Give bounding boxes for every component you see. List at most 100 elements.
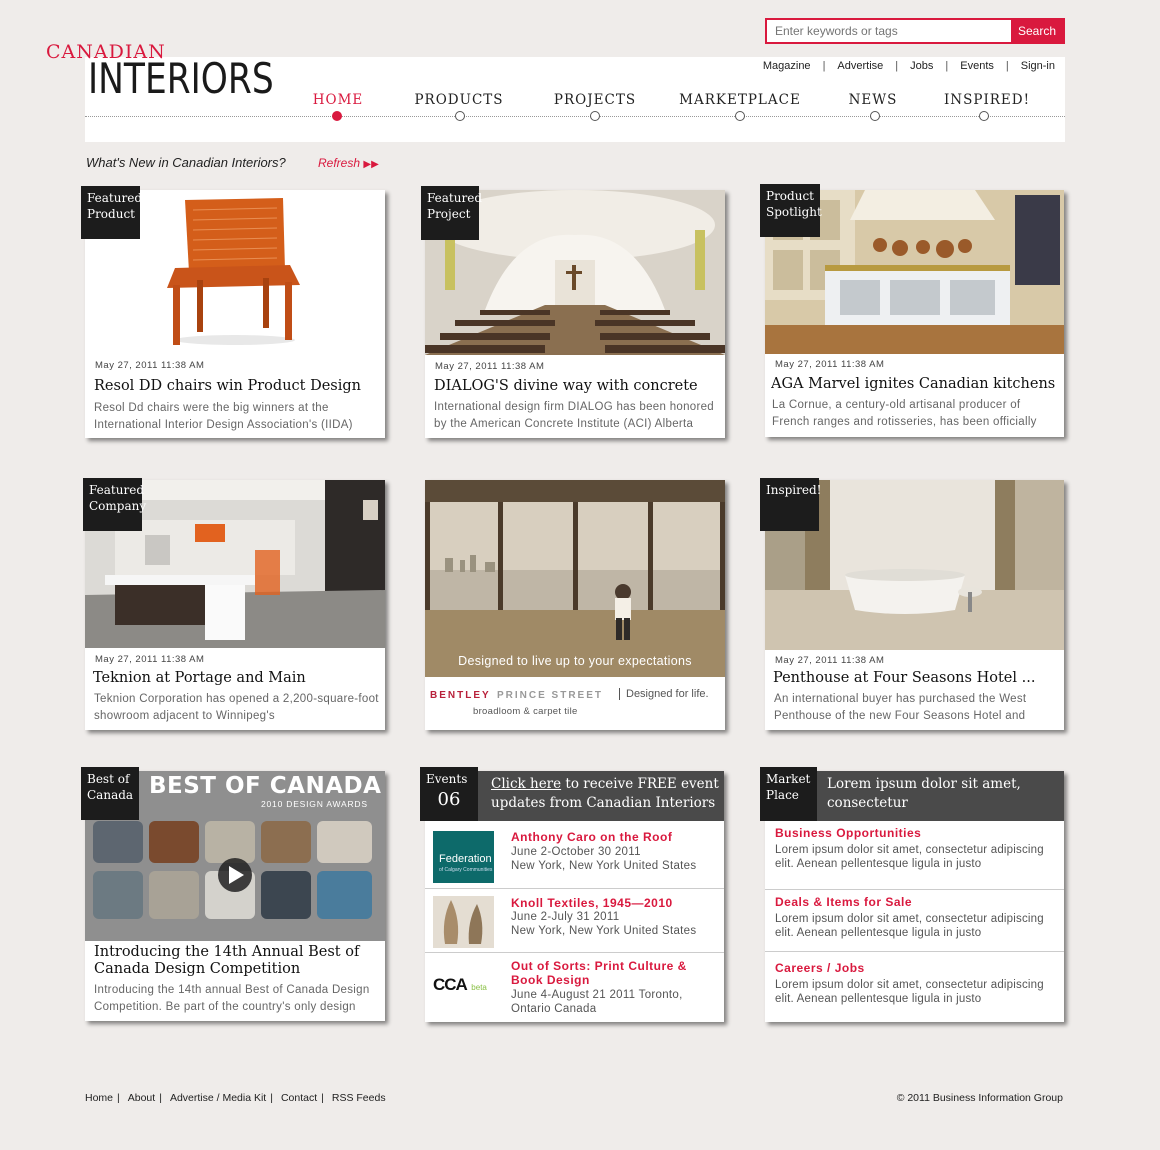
- badge-product-spotlight: Product Spotlight: [760, 184, 822, 237]
- card-title[interactable]: Resol DD chairs win Product Design: [94, 378, 379, 394]
- footer-link-rss[interactable]: RSS Feeds: [332, 1092, 386, 1104]
- util-link-advertise[interactable]: Advertise: [837, 60, 883, 72]
- card-desc: La Cornue, a century-old artisanal produ…: [772, 399, 1037, 428]
- search-input[interactable]: [767, 20, 1011, 42]
- card-date: May 27, 2011 11:38 AM: [95, 654, 205, 665]
- nav-projects[interactable]: PROJECTS: [554, 92, 636, 108]
- nav-dotted-line: [85, 116, 1065, 117]
- event-dates: June 4-August 21 2011 Toronto,: [511, 989, 683, 1001]
- nav-dot-marketplace[interactable]: [735, 111, 745, 121]
- refresh-label[interactable]: Refresh: [318, 156, 360, 170]
- util-link-jobs[interactable]: Jobs: [910, 60, 933, 72]
- card-title[interactable]: Penthouse at Four Seasons Hotel ...: [773, 670, 1058, 686]
- separator: |: [159, 1092, 162, 1104]
- marketplace-item-desc: Lorem ipsum dolor sit amet, consectetur …: [775, 913, 1044, 939]
- card-desc: Resol Dd chairs were the big winners at …: [94, 402, 353, 431]
- cca-logo: CCA: [433, 975, 468, 994]
- ad-tagline: Designed to live up to your expectations: [458, 654, 692, 668]
- card-title[interactable]: Teknion at Portage and Main: [93, 670, 379, 686]
- ad-window-view-image[interactable]: Designed to live up to your expectations: [425, 480, 725, 677]
- refresh-link[interactable]: Refresh ▶▶: [318, 156, 379, 170]
- marketplace-item-desc: Lorem ipsum dolor sit amet, consectetur …: [775, 844, 1044, 870]
- nav-dot-inspired[interactable]: [979, 111, 989, 121]
- nav-news[interactable]: NEWS: [849, 92, 898, 108]
- footer-link-advertise[interactable]: Advertise / Media Kit: [170, 1092, 266, 1104]
- double-arrow-icon: ▶▶: [363, 159, 379, 170]
- events-signup-link[interactable]: Click here: [491, 776, 561, 792]
- ad-bentley-prince-street[interactable]: Designed to live up to your expectations…: [425, 480, 725, 730]
- card-desc: Teknion Corporation has opened a 2,200-s…: [94, 693, 379, 722]
- ad-brand-prince-street: PRINCE STREET: [497, 690, 604, 701]
- footer-link-home[interactable]: Home: [85, 1092, 113, 1104]
- ad-brand-bentley: BENTLEY: [430, 690, 491, 701]
- card-title[interactable]: DIALOG'S divine way with concrete: [434, 378, 719, 394]
- badge-featured-project: Featured Project: [421, 186, 482, 240]
- separator: |: [1005, 60, 1009, 72]
- separator: |: [822, 60, 826, 72]
- separator: |: [270, 1092, 273, 1104]
- nav-dot-news[interactable]: [870, 111, 880, 121]
- footer-copyright: © 2011 Business Information Group: [896, 1092, 1063, 1104]
- search-button[interactable]: Search: [1011, 20, 1063, 42]
- footer-links: Home | About | Advertise / Media Kit | Cont…: [85, 1092, 388, 1104]
- event-item[interactable]: Federation of Calgary Communities Anthon…: [425, 823, 724, 889]
- badge-inspired: Inspired!: [760, 478, 822, 531]
- util-link-magazine[interactable]: Magazine: [763, 60, 811, 72]
- event-location: New York, New York United States: [511, 860, 697, 872]
- marketplace-header-text: Lorem ipsum dolor sit amet, consectetur: [827, 776, 1021, 811]
- marketplace-item-title[interactable]: Deals & Items for Sale: [775, 895, 912, 909]
- marketplace-item[interactable]: Business Opportunities Lorem ipsum dolor…: [765, 821, 1064, 889]
- separator: |: [945, 60, 949, 72]
- marketplace-item-title[interactable]: Business Opportunities: [775, 826, 921, 840]
- marketplace-item[interactable]: Deals & Items for Sale Lorem ipsum dolor…: [765, 889, 1064, 951]
- nav-dot-home[interactable]: [332, 111, 342, 121]
- events-badge-label: Events: [426, 772, 468, 786]
- events-promo: Click here to receive FREE event updates…: [491, 775, 721, 813]
- card-title[interactable]: AGA Marvel ignites Canadian kitchens: [771, 376, 1058, 392]
- event-location: Ontario Canada: [511, 1003, 597, 1015]
- main-nav: HOME PRODUCTS PROJECTS MARKETPLACE NEWS …: [85, 90, 1065, 121]
- ad-slogan: Designed for life.: [619, 688, 709, 700]
- utility-nav: Magazine | Advertise | Jobs | Events | Sign-…: [763, 60, 1055, 72]
- footer-link-about[interactable]: About: [128, 1092, 155, 1104]
- nav-dot-products[interactable]: [455, 111, 465, 121]
- marketplace-item-title[interactable]: Careers / Jobs: [775, 961, 865, 975]
- events-count: 06: [437, 789, 461, 810]
- nav-home[interactable]: HOME: [313, 92, 364, 108]
- util-link-events[interactable]: Events: [960, 60, 994, 72]
- event-dates: June 2-October 30 2011: [511, 846, 641, 858]
- badge-featured-company: Featured Company: [83, 478, 146, 531]
- badge-events: Events 06: [420, 767, 478, 821]
- whats-new-heading: What's New in Canadian Interiors?: [86, 155, 286, 170]
- ad-subtitle: broadloom & carpet tile: [473, 706, 578, 717]
- card-date: May 27, 2011 11:38 AM: [775, 359, 885, 370]
- separator: |: [117, 1092, 120, 1104]
- card-desc: Introducing the 14th annual Best of Cana…: [94, 984, 370, 1013]
- event-thumb-label: Federation: [439, 853, 492, 865]
- badge-best-of-canada: Best of Canada: [81, 767, 139, 820]
- nav-inspired[interactable]: INSPIRED!: [944, 92, 1030, 108]
- event-location: New York, New York United States: [511, 925, 697, 937]
- util-link-signin[interactable]: Sign-in: [1021, 60, 1055, 72]
- event-title[interactable]: Out of Sorts: Print Culture & Book Desig…: [511, 959, 711, 987]
- nav-dot-projects[interactable]: [590, 111, 600, 121]
- card-desc: An international buyer has purchased the…: [774, 693, 1027, 722]
- event-dates: June 2-July 31 2011: [511, 911, 620, 923]
- event-title[interactable]: Anthony Caro on the Roof: [511, 830, 672, 844]
- card-title[interactable]: Introducing the 14th Annual Best of Cana…: [94, 944, 379, 978]
- nav-products[interactable]: PRODUCTS: [414, 92, 503, 108]
- search-box: Search: [765, 18, 1065, 44]
- event-item[interactable]: Knoll Textiles, 1945—2010 June 2-July 31…: [425, 888, 724, 951]
- card-date: May 27, 2011 11:38 AM: [95, 360, 205, 371]
- marketplace-item[interactable]: Careers / Jobs Lorem ipsum dolor sit ame…: [765, 951, 1064, 1022]
- card-desc: International design firm DIALOG has bee…: [434, 401, 714, 430]
- event-thumb-knoll: [433, 896, 494, 948]
- cca-logo-sub: beta: [471, 983, 487, 992]
- event-item[interactable]: CCA beta Out of Sorts: Print Culture & B…: [425, 952, 724, 1022]
- nav-marketplace[interactable]: MARKETPLACE: [679, 92, 801, 108]
- separator: |: [321, 1092, 324, 1104]
- separator: |: [895, 60, 899, 72]
- marketplace-item-desc: Lorem ipsum dolor sit amet, consectetur …: [775, 979, 1044, 1005]
- footer-link-contact[interactable]: Contact: [281, 1092, 317, 1104]
- event-title[interactable]: Knoll Textiles, 1945—2010: [511, 896, 673, 910]
